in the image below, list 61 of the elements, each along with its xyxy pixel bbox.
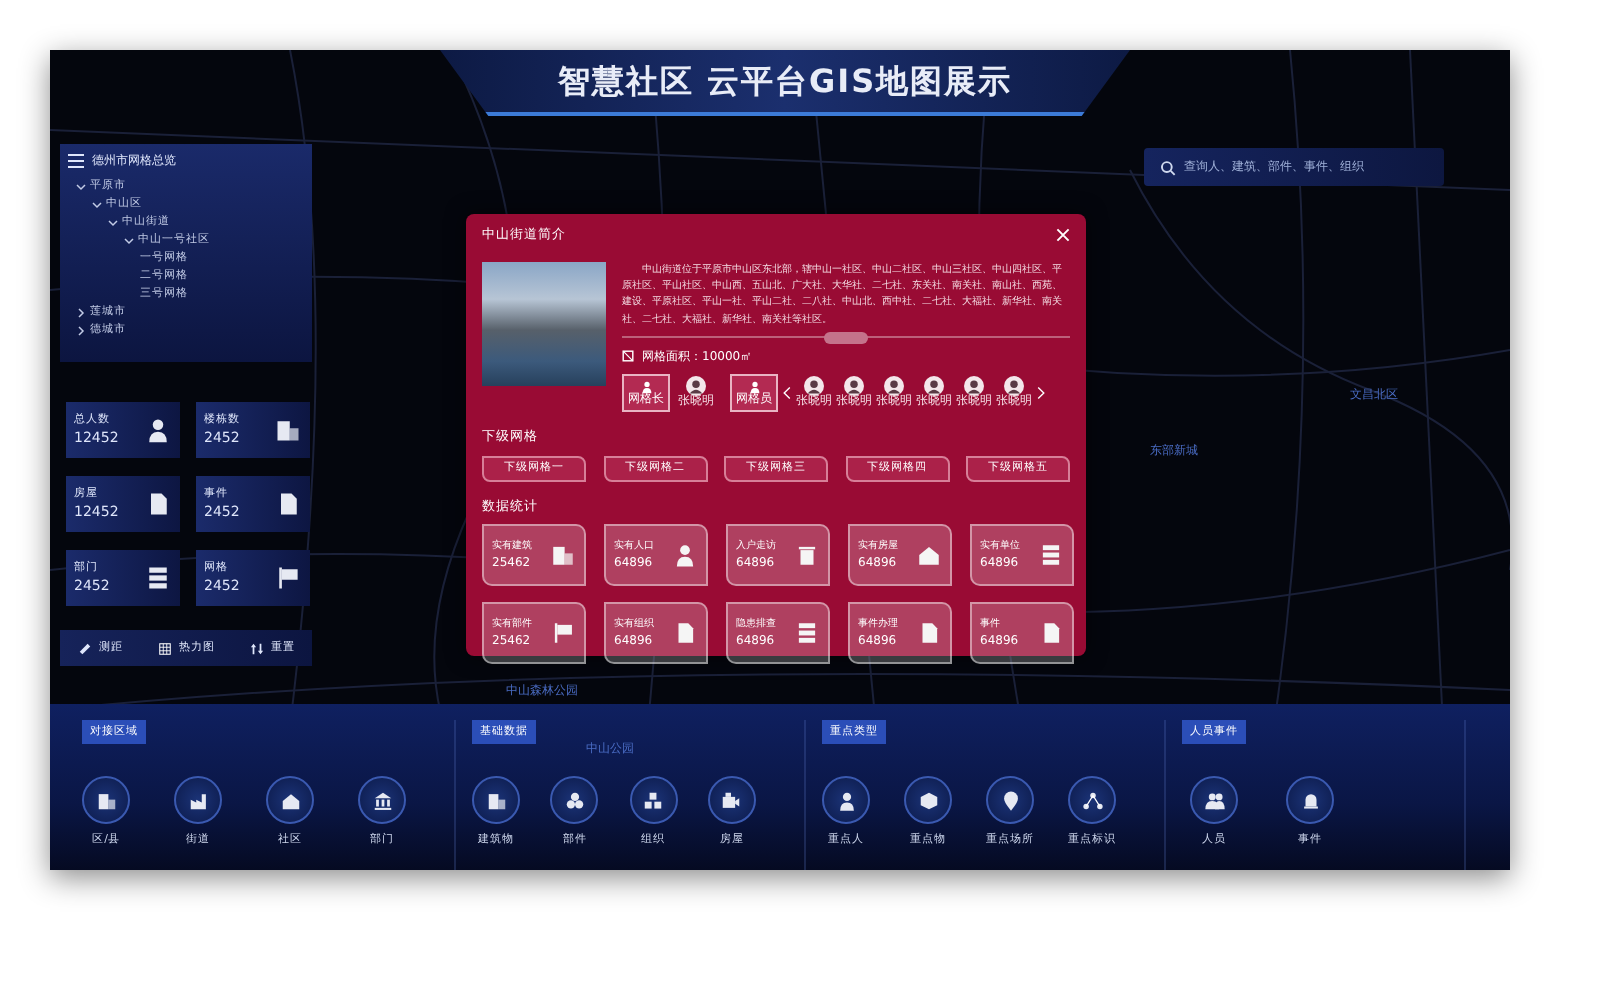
camera-icon — [720, 789, 743, 812]
category-button[interactable] — [822, 776, 870, 825]
category-button[interactable] — [1286, 776, 1334, 825]
flag-icon — [550, 620, 576, 647]
avatar-icon — [924, 376, 944, 397]
person-icon — [747, 379, 761, 394]
pin-icon — [999, 789, 1021, 812]
swap-arrows-icon — [249, 641, 263, 655]
category-button[interactable] — [174, 776, 222, 825]
photo-placeholder — [482, 261, 606, 386]
category-button[interactable] — [266, 776, 314, 825]
person-icon — [639, 379, 653, 394]
list-icon — [144, 564, 172, 592]
list-icon — [794, 620, 820, 647]
area-icon — [622, 350, 634, 363]
avatar-icon — [1004, 376, 1024, 397]
bin-icon — [794, 542, 820, 569]
bell-icon — [1299, 789, 1321, 812]
chevron-right-icon[interactable] — [1036, 385, 1046, 400]
person-icon — [144, 416, 172, 444]
divider-handle — [824, 331, 868, 344]
page-title: 智慧社区 云平台GIS地图展示 — [557, 59, 1013, 103]
factory-icon — [187, 789, 209, 812]
category-button[interactable] — [550, 776, 599, 825]
category-button[interactable] — [1190, 776, 1238, 825]
category-button[interactable] — [358, 776, 406, 825]
close-button[interactable] — [1056, 228, 1070, 243]
avatar-icon — [964, 376, 984, 397]
category-button[interactable] — [904, 776, 952, 825]
house-icon — [279, 789, 301, 812]
category-button[interactable] — [1068, 776, 1116, 825]
circles-icon — [563, 789, 586, 812]
cube-icon — [917, 789, 939, 812]
grid-icon — [157, 641, 171, 655]
avatar-icon — [844, 376, 864, 397]
person-icon — [672, 542, 698, 569]
bank-icon — [371, 789, 393, 812]
flag-icon — [274, 564, 302, 592]
ruler-icon — [77, 641, 91, 655]
category-button[interactable] — [707, 776, 756, 825]
person-icon — [835, 789, 857, 812]
house-icon — [916, 542, 942, 569]
category-button[interactable] — [986, 776, 1034, 825]
building-icon — [95, 789, 117, 812]
network-icon — [1081, 789, 1103, 812]
avatar-icon — [686, 376, 706, 397]
chevron-left-icon[interactable] — [782, 385, 792, 400]
category-button[interactable] — [472, 776, 520, 825]
category-button[interactable] — [82, 776, 130, 825]
people-icon — [1203, 789, 1225, 812]
blocks-icon — [642, 789, 665, 812]
list-icon — [1038, 542, 1064, 569]
search-icon — [1160, 159, 1176, 175]
menu-icon[interactable] — [68, 154, 84, 168]
avatar-icon — [804, 376, 824, 397]
close-icon — [1056, 228, 1070, 243]
building-icon — [550, 542, 576, 569]
building-icon — [274, 416, 302, 444]
building-icon — [485, 789, 507, 812]
category-button[interactable] — [629, 776, 678, 825]
avatar-icon — [884, 376, 904, 397]
